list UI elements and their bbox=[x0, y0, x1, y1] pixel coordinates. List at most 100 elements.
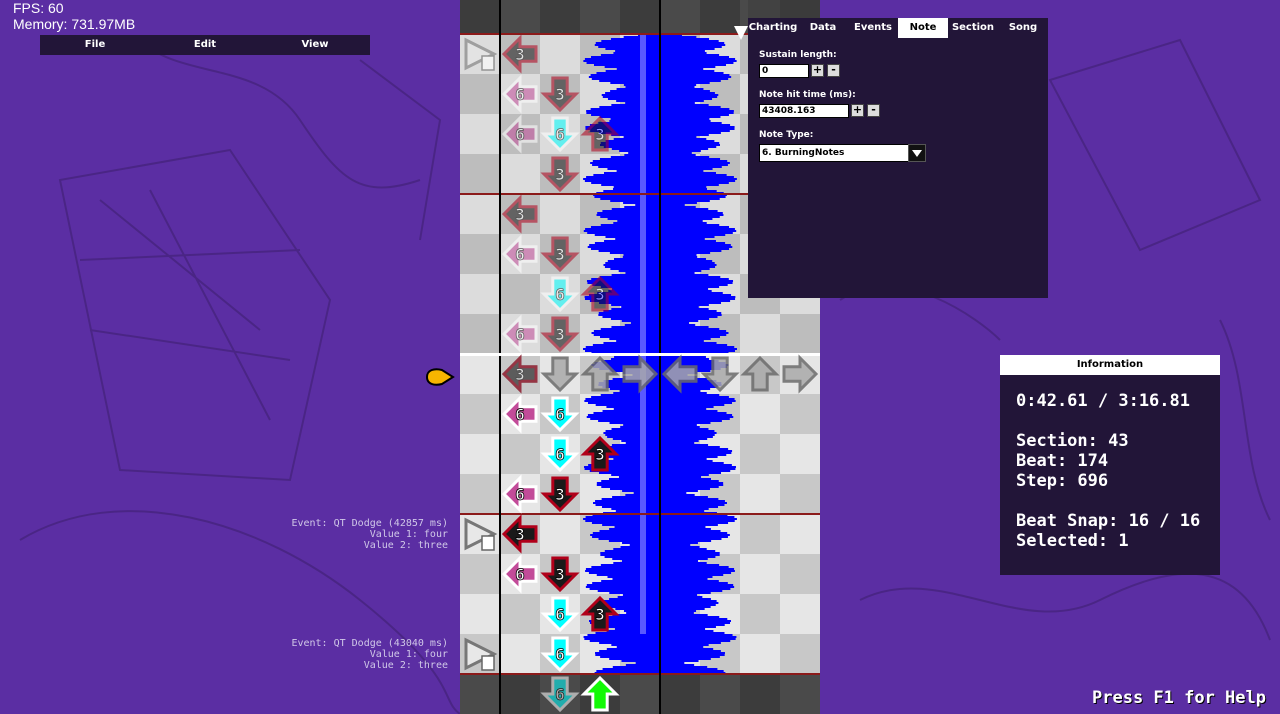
note-type-number: 6 bbox=[555, 285, 565, 304]
note-type-number: 6 bbox=[555, 125, 565, 144]
note-type-number: 6 bbox=[515, 125, 525, 144]
grid-cell[interactable] bbox=[460, 354, 500, 394]
grid-cell[interactable] bbox=[540, 194, 580, 234]
note-type-number: 3 bbox=[555, 325, 565, 344]
section-readout: Section: 43 bbox=[1016, 431, 1129, 451]
song-time: 0:42.61 / 3:16.81 bbox=[1016, 391, 1190, 411]
grid-cell[interactable] bbox=[740, 554, 780, 594]
grid-cell[interactable] bbox=[740, 474, 780, 514]
note-type-number: 3 bbox=[515, 525, 525, 544]
editor-panel: Charting Data Events Note Section Song S… bbox=[748, 18, 1048, 298]
note-type-number: 3 bbox=[555, 245, 565, 264]
menu-view[interactable]: View bbox=[260, 35, 370, 55]
note-type-number: 3 bbox=[555, 565, 565, 584]
grid-cell[interactable] bbox=[460, 434, 500, 474]
grid-cell[interactable] bbox=[460, 554, 500, 594]
grid-cell[interactable] bbox=[460, 74, 500, 114]
grid-cell[interactable] bbox=[460, 114, 500, 154]
event-doc-icon bbox=[481, 535, 495, 551]
event-name: Event: QT Dodge (42857 ms) bbox=[291, 518, 448, 529]
grid-footer-cell bbox=[660, 674, 700, 714]
grid-cell[interactable] bbox=[460, 314, 500, 354]
grid-footer-cell bbox=[700, 674, 740, 714]
section-line bbox=[460, 513, 820, 515]
grid-cell[interactable] bbox=[460, 474, 500, 514]
grid-header-cell bbox=[460, 0, 500, 34]
menu-edit[interactable]: Edit bbox=[150, 35, 260, 55]
information-panel: Information 0:42.61 / 3:16.81 Section: 4… bbox=[1000, 355, 1220, 575]
grid-cell[interactable] bbox=[500, 634, 540, 674]
grid-cell[interactable] bbox=[780, 634, 820, 674]
grid-cell[interactable] bbox=[780, 594, 820, 634]
grid-cell[interactable] bbox=[740, 394, 780, 434]
grid-cell[interactable] bbox=[500, 274, 540, 314]
grid-cell[interactable] bbox=[500, 154, 540, 194]
hit-time-input[interactable]: 43408.163 bbox=[759, 104, 849, 118]
note-type-number: 3 bbox=[595, 125, 605, 144]
grid-cell[interactable] bbox=[540, 34, 580, 74]
tab-note[interactable]: Note bbox=[898, 18, 948, 38]
sustain-increase-button[interactable]: + bbox=[811, 64, 824, 77]
event-label: Event: QT Dodge (42857 ms) Value 1: four… bbox=[291, 518, 448, 551]
memory-counter: Memory: 731.97MB bbox=[13, 16, 136, 32]
event-doc-icon bbox=[481, 55, 495, 71]
sustain-decrease-button[interactable]: - bbox=[827, 64, 840, 77]
grid-header-cell bbox=[620, 0, 660, 34]
hit-time-decrease-button[interactable]: - bbox=[867, 104, 880, 117]
tab-events[interactable]: Events bbox=[848, 18, 898, 38]
grid-cell[interactable] bbox=[740, 434, 780, 474]
song-position-marker-icon bbox=[425, 368, 455, 386]
grid-cell[interactable] bbox=[460, 234, 500, 274]
event-value2: Value 2: three bbox=[363, 540, 448, 551]
grid-cell[interactable] bbox=[460, 274, 500, 314]
grid-cell[interactable] bbox=[500, 434, 540, 474]
note-type-number: 6 bbox=[515, 485, 525, 504]
grid-cell[interactable] bbox=[740, 634, 780, 674]
grid-cell[interactable] bbox=[460, 194, 500, 234]
note-type-number: 6 bbox=[555, 685, 565, 704]
event-name: Event: QT Dodge (43040 ms) bbox=[291, 638, 448, 649]
grid-cell[interactable] bbox=[780, 434, 820, 474]
grid-cell[interactable] bbox=[780, 554, 820, 594]
grid-cell[interactable] bbox=[740, 514, 780, 554]
grid-cell[interactable] bbox=[780, 514, 820, 554]
grid-divider bbox=[659, 0, 661, 714]
event-doc-icon bbox=[481, 655, 495, 671]
menu-bar: File Edit View bbox=[40, 35, 370, 55]
note-type-dropdown[interactable]: 6. BurningNotes bbox=[759, 144, 909, 162]
grid-header-cell bbox=[660, 0, 700, 34]
grid-cell[interactable] bbox=[780, 394, 820, 434]
tab-data[interactable]: Data bbox=[798, 18, 848, 38]
grid-cell[interactable] bbox=[540, 514, 580, 554]
help-hint: Press F1 for Help bbox=[1092, 688, 1266, 708]
note-type-number: 3 bbox=[515, 365, 525, 384]
sustain-input[interactable]: 0 bbox=[759, 64, 809, 78]
grid-header-cell bbox=[500, 0, 540, 34]
note-type-number: 6 bbox=[515, 405, 525, 424]
sustain-label: Sustain length: bbox=[759, 50, 837, 60]
grid-cell[interactable] bbox=[740, 314, 780, 354]
grid-footer-cell bbox=[500, 674, 540, 714]
grid-cell[interactable] bbox=[500, 594, 540, 634]
tab-charting[interactable]: Charting bbox=[748, 18, 798, 38]
tab-section[interactable]: Section bbox=[948, 18, 998, 38]
grid-cell[interactable] bbox=[460, 394, 500, 434]
grid-cell[interactable] bbox=[460, 154, 500, 194]
grid-header-cell bbox=[540, 0, 580, 34]
grid-cell[interactable] bbox=[740, 594, 780, 634]
grid-cell[interactable] bbox=[780, 474, 820, 514]
note-type-number: 3 bbox=[555, 485, 565, 504]
grid-cell[interactable] bbox=[460, 594, 500, 634]
event-value1: Value 1: four bbox=[369, 649, 448, 660]
grid-header-cell bbox=[580, 0, 620, 34]
grid-cell[interactable] bbox=[780, 314, 820, 354]
hit-time-label: Note hit time (ms): bbox=[759, 90, 856, 100]
selected-readout: Selected: 1 bbox=[1016, 531, 1129, 551]
note-type-number: 3 bbox=[555, 165, 565, 184]
chevron-down-icon[interactable] bbox=[908, 144, 926, 162]
grid-footer-cell bbox=[740, 674, 780, 714]
hit-time-increase-button[interactable]: + bbox=[851, 104, 864, 117]
menu-file[interactable]: File bbox=[40, 35, 150, 55]
tab-song[interactable]: Song bbox=[998, 18, 1048, 38]
note-type-number: 6 bbox=[555, 645, 565, 664]
